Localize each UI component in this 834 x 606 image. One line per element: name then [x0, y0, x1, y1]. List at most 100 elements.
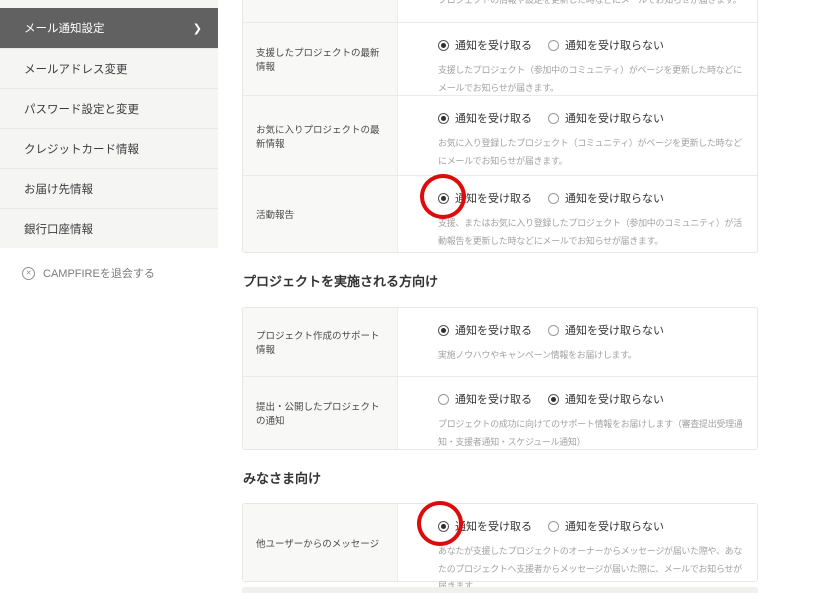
notification-choice-group: 通知を受け取る 通知を受け取らない: [438, 391, 745, 407]
row-label-cell: 提出・公開したプロジェクトの通知: [243, 377, 398, 449]
sidebar-item-email-change[interactable]: メールアドレス変更: [0, 48, 218, 88]
chevron-right-icon: ❯: [192, 22, 202, 35]
radio-option-label: 通知を受け取る: [455, 40, 532, 52]
row-label-cell: 支援したプロジェクトの最新情報: [243, 23, 398, 95]
table-row-user-messages: 他ユーザーからのメッセージ 通知を受け取る 通知を受け取らない あなたが支援した…: [243, 504, 757, 591]
row-content-cell: 通知を受け取る 通知を受け取らない 実施ノウハウやキャンペーン情報をお届けします…: [398, 308, 757, 376]
radio-selected-icon: [548, 393, 559, 405]
sidebar-item-label: クレジットカード情報: [24, 143, 139, 156]
radio-option-not-receive[interactable]: 通知を受け取らない: [548, 518, 664, 534]
row-label-cell: プロジェクト作成のサポート情報: [243, 308, 398, 376]
notification-choice-group: 通知を受け取る 通知を受け取らない: [438, 322, 745, 338]
radio-unselected-icon: [548, 39, 559, 51]
sidebar-item-label: メール通知設定: [24, 23, 105, 35]
supporter-notifications-table: プロジェクトの情報や設定を更新した時などにメールでお知らせが届きます。 支援した…: [242, 0, 758, 253]
radio-option-label: 通知を受け取る: [455, 325, 532, 337]
row-description: 実施ノウハウやキャンペーン情報をお届けします。: [438, 350, 637, 360]
row-label-cell: お気に入りプロジェクトの最新情報: [243, 96, 398, 175]
radio-option-not-receive[interactable]: 通知を受け取らない: [548, 190, 664, 206]
withdraw-label: CAMPFIREを退会する: [43, 268, 155, 280]
row-description: 支援したプロジェクト（参加中のコミュニティ）がページを更新した時などにメールでお…: [438, 65, 742, 93]
radio-unselected-icon: [548, 192, 559, 204]
radio-unselected-icon: [548, 324, 559, 336]
sidebar-item-shipping-address[interactable]: お届け先情報: [0, 168, 218, 208]
radio-option-label: 通知を受け取らない: [565, 113, 664, 125]
sidebar-item-partial: [0, 0, 218, 8]
radio-option-label: 通知を受け取る: [455, 394, 532, 406]
sidebar-item-mail-notification[interactable]: メール通知設定 ❯: [0, 8, 218, 48]
row-description: 支援、またはお気に入り登録したプロジェクト（参加中のコミュニティ）が活動報告を更…: [438, 218, 742, 246]
sidebar-item-label: パスワード設定と変更: [24, 103, 139, 116]
radio-selected-icon: [438, 112, 449, 124]
row-description: プロジェクトの成功に向けてのサポート情報をお届けします（審査提出受理通知・支援者…: [438, 419, 743, 447]
radio-option-receive[interactable]: 通知を受け取る: [438, 518, 532, 534]
sidebar-item-label: 銀行口座情報: [24, 223, 93, 236]
radio-selected-icon: [438, 39, 449, 51]
table-row-backed-projects: 支援したプロジェクトの最新情報 通知を受け取る 通知を受け取らない 支援したプロ…: [243, 22, 757, 95]
table-row-activity-reports: 活動報告 通知を受け取る 通知を受け取らない 支援、またはお気に入り登録したプロ…: [243, 175, 757, 252]
radio-option-receive[interactable]: 通知を受け取る: [438, 37, 532, 53]
radio-unselected-icon: [548, 520, 559, 532]
radio-option-label: 通知を受け取らない: [565, 394, 664, 406]
table-row-favorite-projects: お気に入りプロジェクトの最新情報 通知を受け取る 通知を受け取らない お気に入り…: [243, 95, 757, 175]
radio-selected-icon: [438, 520, 449, 532]
circled-x-icon: ✕: [22, 266, 35, 280]
row-content-cell: 通知を受け取る 通知を受け取らない お気に入り登録したプロジェクト（コミュニティ…: [398, 96, 757, 175]
row-label: 他ユーザーからのメッセージ: [256, 538, 380, 550]
radio-option-not-receive[interactable]: 通知を受け取らない: [548, 37, 664, 53]
radio-option-receive[interactable]: 通知を受け取る: [438, 190, 532, 206]
row-description: お気に入り登録したプロジェクト（コミュニティ）がページを更新した時などにメールで…: [438, 138, 742, 166]
row-label: 提出・公開したプロジェクトの通知: [256, 402, 380, 427]
owner-notifications-table: プロジェクト作成のサポート情報 通知を受け取る 通知を受け取らない 実施ノウハウ…: [242, 307, 758, 450]
radio-option-not-receive[interactable]: 通知を受け取らない: [548, 391, 664, 407]
table-row-cutoff: プロジェクトの情報や設定を更新した時などにメールでお知らせが届きます。: [243, 0, 757, 22]
row-label: プロジェクト作成のサポート情報: [256, 331, 380, 356]
row-content-cell: 通知を受け取る 通知を受け取らない あなたが支援したプロジェクトのオーナーからメ…: [398, 504, 757, 591]
radio-selected-icon: [438, 324, 449, 336]
radio-option-label: 通知を受け取らない: [565, 40, 664, 52]
table-row-project-support-info: プロジェクト作成のサポート情報 通知を受け取る 通知を受け取らない 実施ノウハウ…: [243, 308, 757, 376]
radio-option-label: 通知を受け取らない: [565, 193, 664, 205]
radio-option-label: 通知を受け取る: [455, 521, 532, 533]
row-content-cell: 通知を受け取る 通知を受け取らない プロジェクトの成功に向けてのサポート情報をお…: [398, 377, 757, 449]
notification-choice-group: 通知を受け取る 通知を受け取らない: [438, 37, 745, 53]
row-label: 支援したプロジェクトの最新情報: [256, 48, 380, 73]
row-label-cell: [243, 0, 398, 22]
notification-choice-group: 通知を受け取る 通知を受け取らない: [438, 518, 745, 534]
row-description: プロジェクトの情報や設定を更新した時などにメールでお知らせが届きます。: [438, 0, 742, 5]
radio-option-receive[interactable]: 通知を受け取る: [438, 322, 532, 338]
radio-unselected-icon: [548, 112, 559, 124]
radio-option-label: 通知を受け取らない: [565, 521, 664, 533]
radio-option-not-receive[interactable]: 通知を受け取らない: [548, 322, 664, 338]
radio-option-not-receive[interactable]: 通知を受け取らない: [548, 110, 664, 126]
row-content-cell: プロジェクトの情報や設定を更新した時などにメールでお知らせが届きます。: [398, 0, 757, 22]
sidebar-item-label: お届け先情報: [24, 183, 93, 196]
sidebar-item-password[interactable]: パスワード設定と変更: [0, 88, 218, 128]
radio-option-label: 通知を受け取る: [455, 113, 532, 125]
radio-option-receive[interactable]: 通知を受け取る: [438, 110, 532, 126]
row-label-cell: 活動報告: [243, 176, 398, 252]
settings-sidebar: メール通知設定 ❯ メールアドレス変更 パスワード設定と変更 クレジットカード情…: [0, 0, 218, 281]
row-content-cell: 通知を受け取る 通知を受け取らない 支援、またはお気に入り登録したプロジェクト（…: [398, 176, 757, 252]
section-title-everyone: みなさま向け: [243, 471, 322, 486]
withdraw-link[interactable]: ✕ CAMPFIREを退会する: [0, 265, 218, 281]
sidebar-item-credit-card[interactable]: クレジットカード情報: [0, 128, 218, 168]
notification-choice-group: 通知を受け取る 通知を受け取らない: [438, 190, 745, 206]
section-title-project-owners: プロジェクトを実施される方向け: [243, 274, 439, 289]
radio-unselected-icon: [438, 393, 449, 405]
sidebar-item-label: メールアドレス変更: [24, 63, 128, 76]
radio-option-receive[interactable]: 通知を受け取る: [438, 391, 532, 407]
radio-option-label: 通知を受け取らない: [565, 325, 664, 337]
row-label: お気に入りプロジェクトの最新情報: [256, 124, 380, 150]
notification-settings-panel: プロジェクトの情報や設定を更新した時などにメールでお知らせが届きます。 支援した…: [242, 0, 758, 606]
next-section-edge: [242, 587, 758, 593]
table-row-submitted-project-notice: 提出・公開したプロジェクトの通知 通知を受け取る 通知を受け取らない プロジェク…: [243, 376, 757, 449]
everyone-notifications-table: 他ユーザーからのメッセージ 通知を受け取る 通知を受け取らない あなたが支援した…: [242, 503, 758, 591]
row-content-cell: 通知を受け取る 通知を受け取らない 支援したプロジェクト（参加中のコミュニティ）…: [398, 23, 757, 95]
row-label-cell: 他ユーザーからのメッセージ: [243, 504, 398, 581]
radio-option-label: 通知を受け取る: [455, 193, 532, 205]
notification-choice-group: 通知を受け取る 通知を受け取らない: [438, 110, 745, 126]
radio-selected-icon: [438, 192, 449, 204]
row-label: 活動報告: [256, 210, 295, 221]
sidebar-item-bank-account[interactable]: 銀行口座情報: [0, 208, 218, 248]
